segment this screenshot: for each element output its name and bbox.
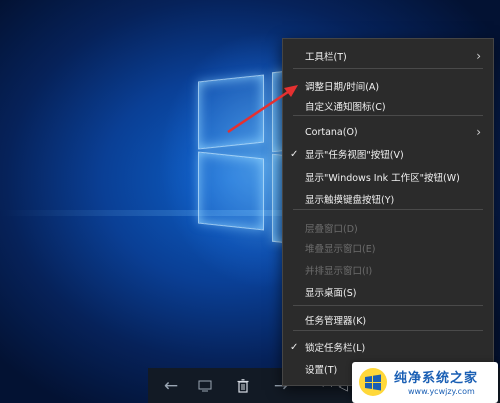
menu-item-label: 任务管理器(K) [305,316,367,327]
menu-item-label: 显示"Windows Ink 工作区"按钮(W) [305,173,460,184]
watermark-title: 纯净系统之家 [394,371,479,386]
menu-item-label: 并排显示窗口(I) [305,266,373,277]
menu-item-toolbars[interactable]: 工具栏(T) › [283,45,493,67]
menu-item-label: 层叠窗口(D) [305,224,358,235]
menu-item-label: 工具栏(T) [305,52,347,63]
chevron-right-icon: › [476,125,481,139]
menu-item-label: 显示桌面(S) [305,288,357,299]
chevron-right-icon: › [476,49,481,63]
wallpaper-window-pane [198,74,264,150]
menu-item-label: 调整日期/时间(A) [305,82,380,93]
menu-item-label: 堆叠显示窗口(E) [305,244,376,255]
menu-item-show-task-view-button[interactable]: ✓ 显示"任务视图"按钮(V) [283,143,493,165]
trash-icon-glyph [237,378,249,393]
menu-item-label: 显示"任务视图"按钮(V) [305,150,404,161]
menu-item-show-windows-ink-button[interactable]: 显示"Windows Ink 工作区"按钮(W) [283,166,493,188]
menu-item-customize-notification-icons[interactable]: 自定义通知图标(C) [283,95,493,117]
watermark-url: www.ycwjzy.com [408,387,475,396]
wallpaper-window-pane [198,151,264,231]
menu-item-lock-taskbar[interactable]: ✓ 锁定任务栏(L) [283,336,493,358]
taskbar-context-menu: 工具栏(T) › 调整日期/时间(A) 自定义通知图标(C) Cortana(O) › ✓ 显… [282,38,494,386]
menu-separator [293,68,483,69]
keyboard-icon-glyph [198,380,212,391]
keyboard-icon[interactable] [188,368,222,403]
menu-item-label: Cortana(O) [305,126,358,138]
menu-item-label: 显示触摸键盘按钮(Y) [305,195,395,206]
menu-item-adjust-date-time[interactable]: 调整日期/时间(A) [283,75,493,97]
menu-item-show-desktop[interactable]: 显示桌面(S) [283,281,493,303]
menu-item-label: 锁定任务栏(L) [305,343,366,354]
menu-item-cascade-windows: 层叠窗口(D) [283,217,493,239]
menu-item-label: 设置(T) [305,365,338,376]
checkmark-icon: ✓ [290,341,299,353]
back-icon[interactable]: ← [154,368,188,403]
menu-item-side-by-side-windows: 并排显示窗口(I) [283,259,493,281]
menu-item-cortana[interactable]: Cortana(O) › [283,121,493,143]
watermark-logo: 纯净系统之家 www.ycwjzy.com [352,362,498,403]
menu-item-label: 自定义通知图标(C) [305,102,386,113]
menu-item-stack-windows: 堆叠显示窗口(E) [283,237,493,259]
delete-icon[interactable] [226,368,260,403]
menu-separator [293,305,483,306]
menu-item-task-manager[interactable]: 任务管理器(K) [283,309,493,331]
windows-logo-icon [359,368,387,396]
checkmark-icon: ✓ [290,148,299,160]
menu-item-show-touch-keyboard-button[interactable]: 显示触摸键盘按钮(Y) [283,188,493,210]
